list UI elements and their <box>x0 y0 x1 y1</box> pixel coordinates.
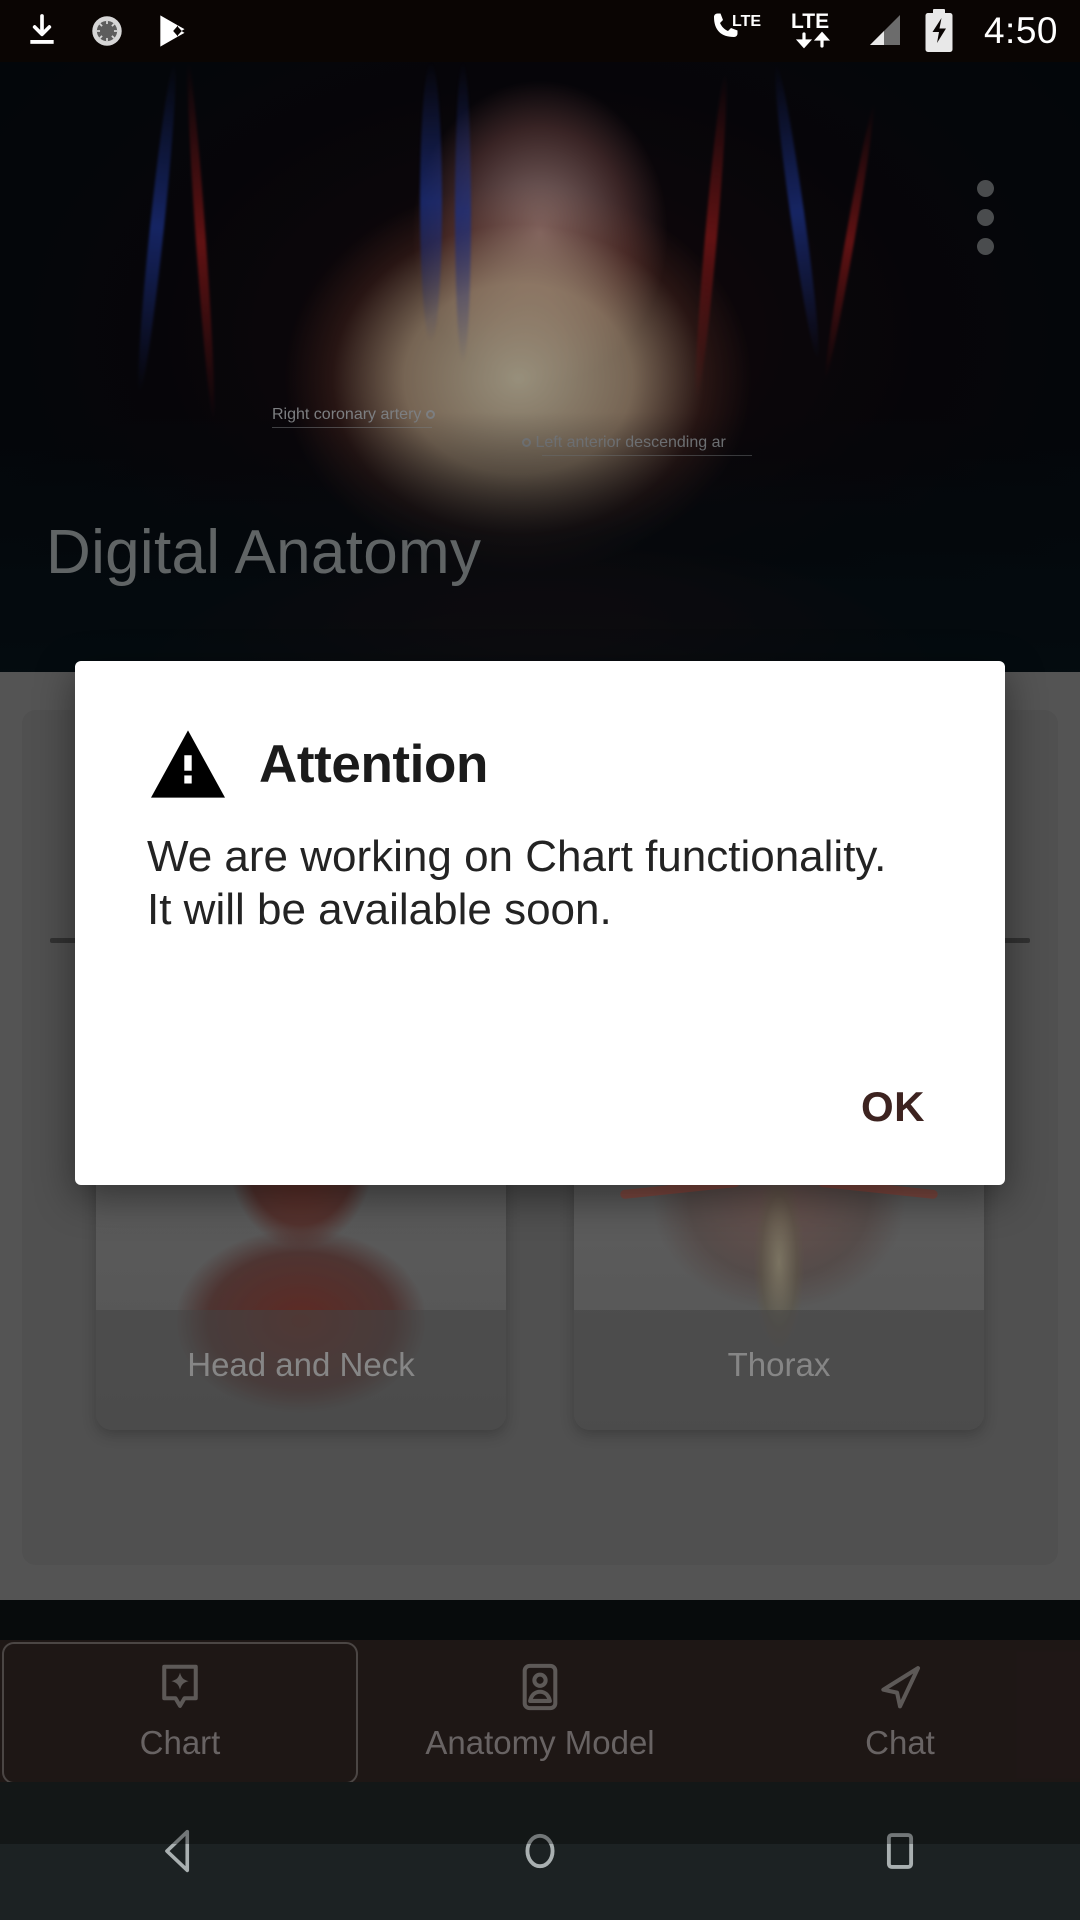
svg-text:LTE: LTE <box>732 13 761 30</box>
status-bar-clock: 4:50 <box>983 10 1058 51</box>
signal-strength-icon <box>869 15 900 45</box>
dialog-message: We are working on Chart functionality. I… <box>147 832 887 934</box>
play-store-icon <box>160 15 185 47</box>
status-bar: LTE LTE 4:50 <box>0 0 1080 62</box>
dialog-title: Attention <box>259 734 488 794</box>
volte-icon: LTE <box>713 13 761 37</box>
status-bar-right-icons: LTE LTE 4:50 <box>710 8 1058 54</box>
warning-triangle-icon <box>151 730 225 798</box>
battery-charging-icon <box>925 9 953 52</box>
lte-data-icon: LTE <box>791 10 831 49</box>
dialog-header: Attention <box>75 661 1005 801</box>
dialog-actions: OK <box>847 1073 1005 1185</box>
svg-text:LTE: LTE <box>791 10 829 33</box>
attention-dialog: Attention We are working on Chart functi… <box>75 661 1005 1185</box>
ok-button[interactable]: OK <box>847 1073 939 1141</box>
loading-spinner-icon <box>92 16 122 46</box>
status-bar-left-icons <box>22 11 192 51</box>
download-icon <box>30 14 54 44</box>
phone-screen: LTE LTE 4:50 Digital Anatomy Head and Ne… <box>0 0 1080 1920</box>
